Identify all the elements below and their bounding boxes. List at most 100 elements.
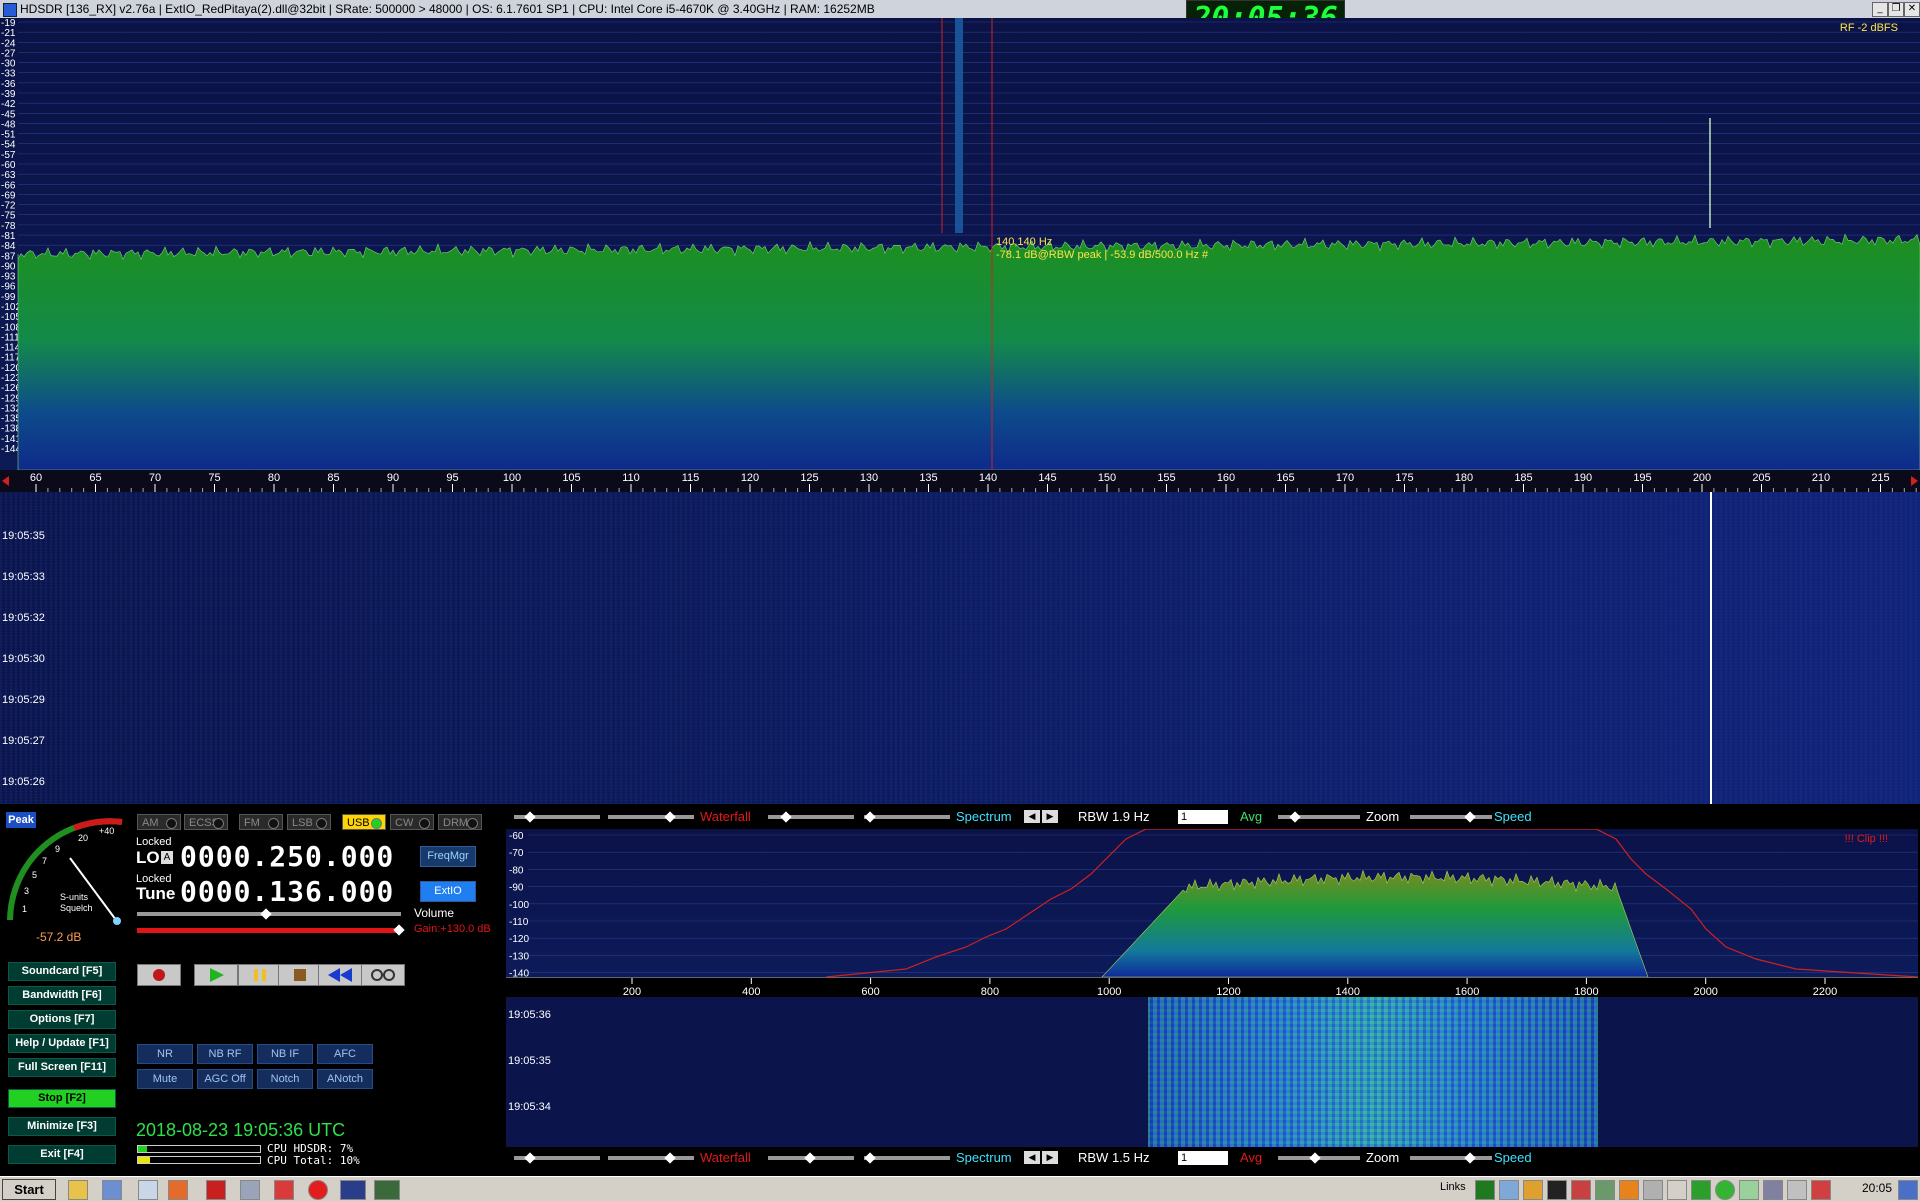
document-icon[interactable] — [138, 1180, 158, 1200]
close-button[interactable]: ✕ — [1904, 2, 1920, 17]
avg-select[interactable]: 1 — [1178, 1151, 1228, 1165]
record-button[interactable] — [137, 964, 181, 986]
anotch-button[interactable]: ANotch — [317, 1069, 373, 1089]
firefox-icon[interactable] — [168, 1180, 188, 1200]
waterfall-brightness-slider[interactable] — [608, 815, 694, 819]
notch-button[interactable]: Notch — [257, 1069, 313, 1089]
mode-usb-button[interactable]: USB — [342, 814, 386, 830]
rbw-left-arrow[interactable]: ◀ — [1024, 810, 1040, 823]
mode-fm-button[interactable]: FM — [239, 814, 283, 830]
rbw-left-arrow[interactable]: ◀ — [1024, 1151, 1040, 1164]
audio-spectrum[interactable]: -60 -70 -80 -90 -100 -110 -120 -130 -140 !!! Cli… — [506, 829, 1918, 977]
tray-icon[interactable] — [1595, 1180, 1615, 1200]
bug-icon[interactable] — [206, 1180, 226, 1200]
hdsdr-task-icon[interactable] — [340, 1180, 366, 1200]
spectrum-brightness-slider[interactable] — [864, 1156, 950, 1160]
slider-knob[interactable] — [864, 811, 876, 823]
mode-drm-button[interactable]: DRM — [438, 814, 482, 830]
tray-icon[interactable] — [1547, 1180, 1567, 1200]
spectrum-brightness-slider[interactable] — [864, 815, 950, 819]
soundcard-button[interactable]: Soundcard [F5] — [8, 962, 116, 981]
slider-knob[interactable] — [1289, 811, 1301, 823]
tool-icon[interactable] — [240, 1180, 260, 1200]
lo-frequency-display[interactable]: 0000.250.000 — [180, 840, 394, 873]
stop-playback-button[interactable] — [278, 964, 322, 986]
tray-icon[interactable] — [1643, 1180, 1663, 1200]
slider-knob[interactable] — [524, 811, 536, 823]
minimize-button[interactable]: _ — [1872, 2, 1888, 17]
mute-button[interactable]: Mute — [137, 1069, 193, 1089]
agc-button[interactable]: AGC Off — [197, 1069, 253, 1089]
links-toolbar[interactable]: Links — [1440, 1181, 1466, 1193]
minimize-app-button[interactable]: Minimize [F3] — [8, 1117, 116, 1136]
tray-icon[interactable] — [1523, 1180, 1543, 1200]
opera-icon[interactable] — [308, 1180, 328, 1200]
s-meter-tick: +40 — [99, 826, 114, 836]
rbw-right-arrow[interactable]: ▶ — [1042, 1151, 1058, 1164]
slider-knob[interactable] — [780, 811, 792, 823]
speed-slider[interactable] — [1410, 815, 1492, 819]
tray-icon[interactable] — [1715, 1180, 1735, 1200]
tray-icon[interactable] — [1787, 1180, 1807, 1200]
slider-knob[interactable] — [1464, 811, 1476, 823]
options-button[interactable]: Options [F7] — [8, 1010, 116, 1029]
start-button[interactable]: Start — [2, 1179, 56, 1200]
slider-knob[interactable] — [524, 1152, 536, 1164]
tray-icon[interactable] — [1475, 1180, 1495, 1200]
bandwidth-button[interactable]: Bandwidth [F6] — [8, 986, 116, 1005]
gain-slider-track[interactable] — [137, 928, 401, 933]
mode-am-button[interactable]: AM — [137, 814, 181, 830]
audio-frequency-scale: 200 400 600 800 1000 1200 1400 1600 1800 2000 2200 — [623, 978, 1837, 998]
speaker-icon[interactable] — [1667, 1180, 1687, 1200]
afc-button[interactable]: AFC — [317, 1044, 373, 1064]
slider-knob[interactable] — [804, 1152, 816, 1164]
monitor-icon[interactable] — [374, 1180, 400, 1200]
slider-knob[interactable] — [1464, 1152, 1476, 1164]
help-update-button[interactable]: Help / Update [F1] — [8, 1034, 116, 1053]
slider-knob[interactable] — [864, 1152, 876, 1164]
tray-icon[interactable] — [1619, 1180, 1639, 1200]
stop-button[interactable]: Stop [F2] — [8, 1089, 116, 1108]
rbw-right-arrow[interactable]: ▶ — [1042, 810, 1058, 823]
pause-button[interactable] — [238, 964, 282, 986]
tray-icon[interactable] — [1811, 1180, 1831, 1200]
audio-frequency-axis[interactable]: 200 400 600 800 1000 1200 1400 1600 1800 2000 2200 — [506, 977, 1918, 998]
tray-icon[interactable] — [1739, 1180, 1759, 1200]
rf-waterfall[interactable]: 19:05:35 19:05:33 19:05:32 19:05:30 19:0… — [0, 492, 1920, 804]
nb-rf-button[interactable]: NB RF — [197, 1044, 253, 1064]
window-icon[interactable] — [102, 1180, 122, 1200]
exit-button[interactable]: Exit [F4] — [8, 1145, 116, 1164]
tray-icon[interactable] — [1691, 1180, 1711, 1200]
mode-lsb-button[interactable]: LSB — [287, 814, 331, 830]
nr-button[interactable]: NR — [137, 1044, 193, 1064]
explorer-icon[interactable] — [68, 1180, 88, 1200]
avg-select[interactable]: 1 — [1178, 810, 1228, 824]
rf-spectrum[interactable]: -19 -21 -24 -27 -30 -33 -36 -39 -42 -45 -48 -51 -54-… — [0, 18, 1920, 470]
extio-button[interactable]: ExtIO — [420, 881, 476, 902]
slider-knob[interactable] — [1309, 1152, 1321, 1164]
lo-locked-label: Locked — [136, 836, 172, 848]
play-button[interactable] — [194, 964, 238, 986]
mode-ecss-button[interactable]: ECSS — [184, 814, 228, 830]
nb-if-button[interactable]: NB IF — [257, 1044, 313, 1064]
waterfall-brightness-slider[interactable] — [608, 1156, 694, 1160]
frequency-axis[interactable]: 60 65 70 75 80 85 90 95 100 105 110 115 120 125 130 135… — [0, 470, 1920, 492]
speed-slider[interactable] — [1410, 1156, 1492, 1160]
flag-icon[interactable] — [1763, 1180, 1783, 1200]
tray-icon[interactable] — [1499, 1180, 1519, 1200]
audio-waterfall[interactable]: 19:05:36 19:05:35 19:05:34 — [506, 997, 1918, 1147]
tune-frequency-display[interactable]: 0000.136.000 — [180, 875, 394, 908]
mode-cw-button[interactable]: CW — [390, 814, 434, 830]
restore-button[interactable]: ❐ — [1888, 2, 1904, 17]
lo-a-badge[interactable]: A — [161, 851, 173, 864]
app-red-icon[interactable] — [274, 1180, 294, 1200]
rewind-button[interactable] — [318, 964, 362, 986]
loop-button[interactable] — [361, 964, 405, 986]
peak-button[interactable]: Peak — [6, 812, 36, 828]
desktop-icon[interactable] — [1898, 1180, 1918, 1200]
tray-icon[interactable] — [1571, 1180, 1591, 1200]
freqmgr-button[interactable]: FreqMgr — [420, 846, 476, 867]
full-screen-button[interactable]: Full Screen [F11] — [8, 1058, 116, 1077]
slider-knob[interactable] — [664, 811, 676, 823]
slider-knob[interactable] — [664, 1152, 676, 1164]
